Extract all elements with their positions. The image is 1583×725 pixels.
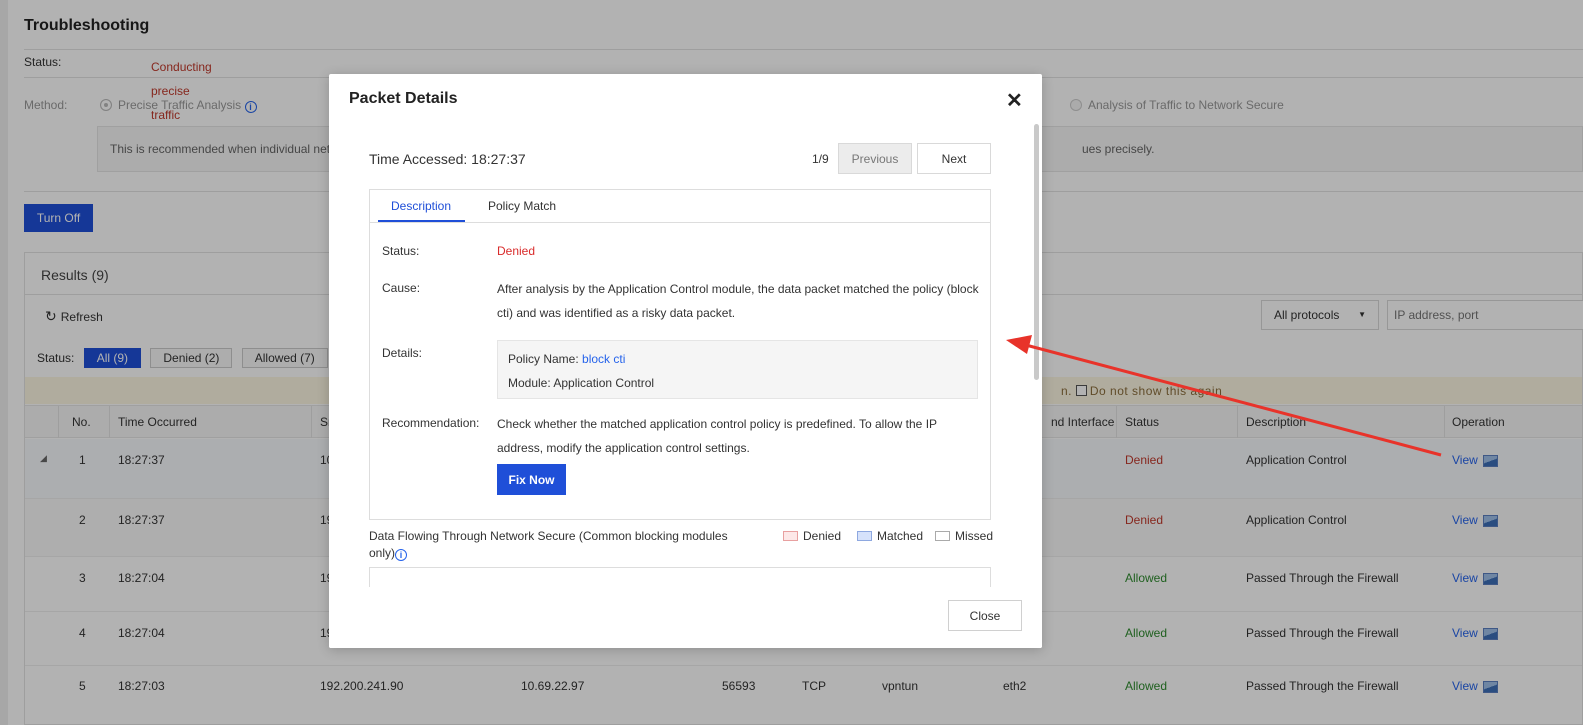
fix-now-button[interactable]: Fix Now (497, 464, 566, 495)
data-flow-title: Data Flowing Through Network Secure (Com… (369, 528, 749, 562)
detail-tabs-panel: Description Policy Match Status: Denied … (369, 189, 991, 520)
tab-description[interactable]: Description (391, 199, 451, 213)
data-flow-title-text: Data Flowing Through Network Secure (Com… (369, 529, 728, 560)
module-line: Module: Application Control (508, 376, 655, 390)
dialog-footer: Close (329, 587, 1042, 648)
legend-label: Denied (803, 529, 842, 543)
recommendation-value: Check whether the matched application co… (497, 417, 937, 455)
legend-missed: Missed (935, 529, 993, 543)
legend-swatch-missed (935, 531, 950, 541)
tab-policy-match[interactable]: Policy Match (488, 199, 556, 213)
data-flow-diagram (369, 567, 991, 587)
details-box: Policy Name: block cti Module: Applicati… (497, 340, 978, 399)
next-button[interactable]: Next (917, 143, 991, 174)
close-icon[interactable]: ✕ (1006, 88, 1023, 113)
policy-name-line: Policy Name: block cti (508, 347, 967, 371)
legend-swatch-denied (783, 531, 798, 541)
scrollbar[interactable] (1034, 124, 1039, 380)
close-button[interactable]: Close (948, 600, 1022, 631)
legend-label: Missed (955, 529, 994, 543)
status-label: Status: (382, 244, 420, 258)
status-value: Denied (497, 244, 536, 258)
page-indicator: 1/9 (812, 152, 829, 166)
cause-label: Cause: (382, 281, 421, 295)
policy-name-link[interactable]: block cti (582, 352, 625, 366)
policy-name-label: Policy Name: (508, 352, 579, 366)
cause-value: After analysis by the Application Contro… (497, 282, 979, 320)
info-icon[interactable]: i (395, 549, 408, 561)
legend-matched: Matched (857, 529, 923, 543)
time-accessed: Time Accessed: 18:27:37 (369, 151, 526, 167)
legend-denied: Denied (783, 529, 841, 543)
active-tab-indicator (378, 220, 465, 222)
legend-swatch-matched (857, 531, 872, 541)
details-label: Details: (382, 346, 423, 360)
legend-label: Matched (877, 529, 924, 543)
previous-button[interactable]: Previous (838, 143, 912, 174)
dialog-title: Packet Details (349, 90, 458, 107)
packet-details-dialog: Packet Details ✕ Time Accessed: 18:27:37… (329, 74, 1042, 648)
tab-bar: Description Policy Match (370, 190, 990, 223)
recommendation-label: Recommendation: (382, 416, 480, 430)
